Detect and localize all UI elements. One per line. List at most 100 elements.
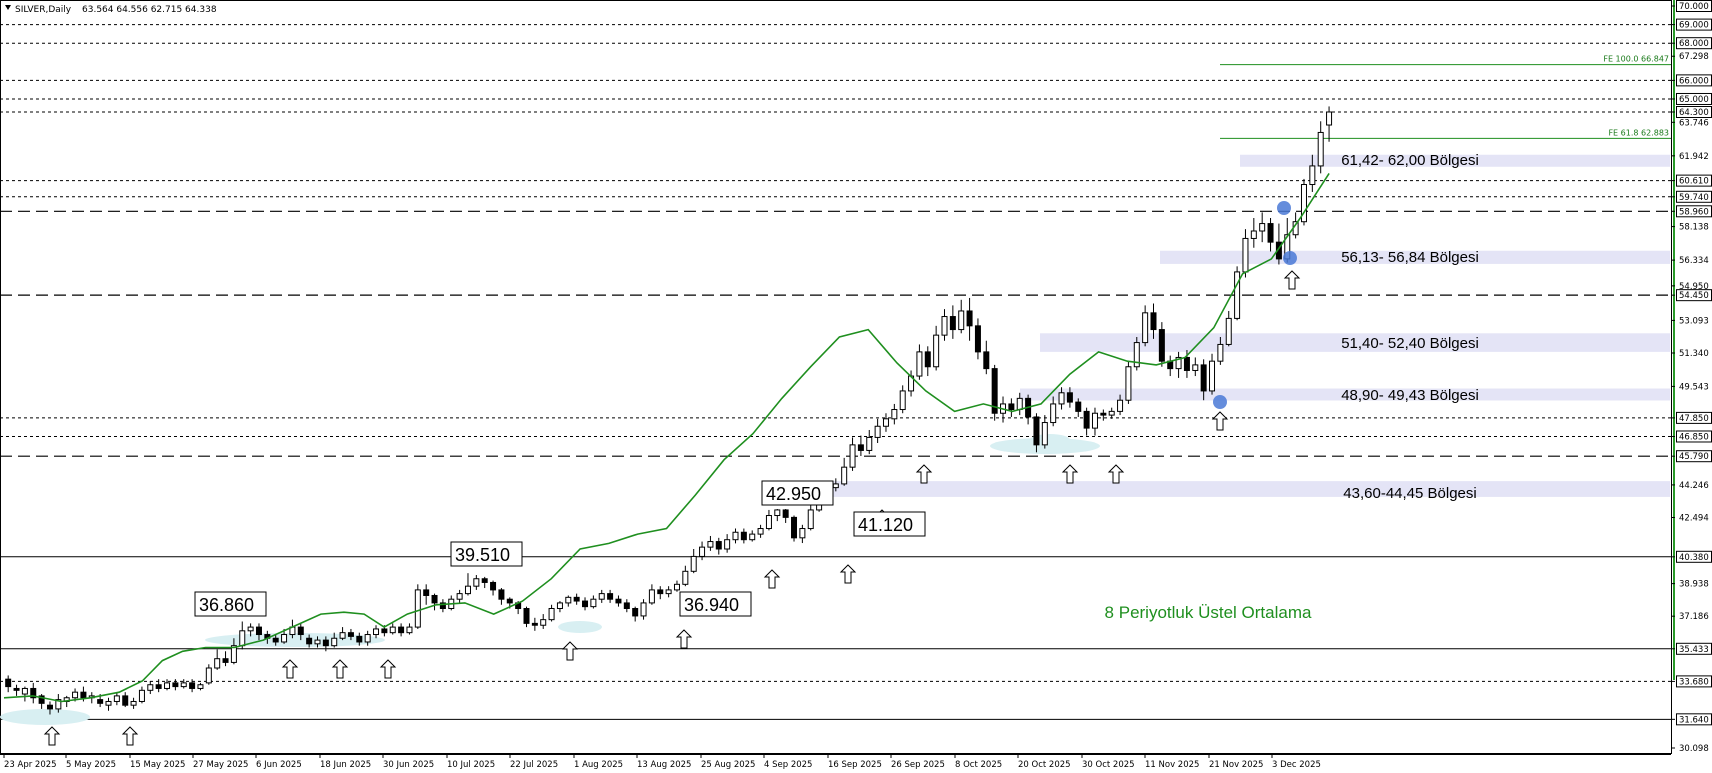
- candle-body: [573, 596, 580, 602]
- x-tick-label-18: 11 Nov 2025: [1145, 760, 1199, 770]
- candle-body: [347, 632, 354, 637]
- candle-body: [941, 316, 948, 336]
- callout-3: 42.950: [761, 480, 834, 506]
- candle-body: [1225, 317, 1232, 345]
- candle-body: [130, 700, 137, 706]
- candle-body: [97, 699, 104, 704]
- candle-body: [724, 539, 731, 550]
- candle-body: [540, 619, 547, 626]
- candle-body: [222, 658, 229, 663]
- support-highlight-0: [0, 709, 90, 725]
- candle-body: [147, 684, 154, 691]
- candle-body: [707, 541, 714, 548]
- candle-body: [1234, 271, 1241, 319]
- ohlc-readout: 63.564 64.556 62.715 64.338: [82, 5, 217, 15]
- candle-body: [1158, 329, 1165, 362]
- candle-body: [105, 700, 112, 706]
- candle-body: [490, 581, 497, 591]
- candle-body: [841, 466, 848, 485]
- callout-0: 36.860: [194, 591, 267, 617]
- candle: [991, 364, 998, 421]
- candle-body: [757, 528, 764, 535]
- x-tick-label-14: 26 Sep 2025: [891, 760, 945, 770]
- x-tick-label-13: 16 Sep 2025: [828, 760, 882, 770]
- candle-body: [398, 626, 405, 634]
- candle-body: [1326, 111, 1333, 126]
- candle-body: [414, 589, 421, 628]
- candle-body: [699, 546, 706, 557]
- zone-label-2: 51,40- 52,40 Bölgesi: [1341, 335, 1479, 352]
- candle-body: [473, 578, 480, 587]
- candle-body: [297, 626, 304, 636]
- y-tick-label-28: 33.680: [1679, 677, 1709, 687]
- candle-body: [431, 594, 438, 604]
- candle-body: [857, 444, 864, 451]
- x-tick-label-3: 27 May 2025: [193, 760, 248, 770]
- candle-body: [506, 598, 513, 604]
- candle-body: [464, 585, 471, 595]
- x-tick-label-11: 25 Aug 2025: [701, 760, 755, 770]
- candle-body: [239, 630, 246, 647]
- y-tick-label-20: 46.850: [1679, 432, 1709, 442]
- candle-body: [607, 593, 614, 600]
- candle-body: [665, 589, 672, 595]
- candle-body: [832, 483, 839, 489]
- y-tick-label-2: 68.000: [1679, 39, 1709, 49]
- candle-body: [389, 626, 396, 634]
- candle-body: [949, 316, 956, 331]
- y-tick-label-8: 61.942: [1679, 152, 1709, 162]
- callout-value: 39.510: [455, 545, 510, 565]
- x-tick-label-19: 21 Nov 2025: [1209, 760, 1263, 770]
- candle-body: [556, 602, 563, 609]
- candle-body: [364, 634, 371, 643]
- candle-body: [1200, 364, 1207, 392]
- candle-body: [765, 515, 772, 530]
- candle-body: [1008, 403, 1015, 411]
- candle-body: [882, 418, 889, 427]
- candle: [1300, 178, 1307, 226]
- callout-value: 36.940: [684, 595, 739, 615]
- candle-body: [1091, 412, 1098, 429]
- price-chart[interactable]: FE 100.0 66.847 FE 61.8 62.883 36.860 39.5…: [0, 0, 1712, 773]
- candle-body: [648, 589, 655, 604]
- x-tick-label-4: 6 Jun 2025: [256, 760, 302, 770]
- candle-body: [874, 425, 881, 438]
- candle-body: [214, 658, 221, 669]
- candle-body: [381, 628, 388, 634]
- y-tick-label-13: 56.334: [1679, 256, 1709, 266]
- candle-body: [172, 682, 179, 688]
- x-tick-label-2: 15 May 2025: [130, 760, 185, 770]
- candle-body: [774, 509, 781, 517]
- candle-body: [164, 682, 171, 689]
- candle-body: [1075, 401, 1082, 412]
- candle-body: [966, 310, 973, 327]
- candle-body: [80, 691, 87, 699]
- candle-body: [155, 684, 162, 689]
- candle-body: [548, 607, 555, 621]
- candle: [414, 584, 421, 629]
- candle-body: [281, 634, 288, 643]
- candle-body: [180, 682, 187, 688]
- x-tick-label-20: 3 Dec 2025: [1272, 760, 1321, 770]
- candle-body: [715, 541, 722, 550]
- candle-body: [1183, 356, 1190, 371]
- candle-body: [272, 637, 279, 643]
- y-tick-label-27: 35.433: [1679, 645, 1709, 655]
- candle-body: [958, 310, 965, 331]
- candle-body: [481, 578, 488, 583]
- x-tick-label-16: 20 Oct 2025: [1018, 760, 1071, 770]
- y-tick-label-22: 44.246: [1679, 481, 1709, 491]
- y-tick-label-12: 58.138: [1679, 223, 1709, 233]
- callout-value: 41.120: [858, 515, 913, 535]
- candle-body: [1108, 410, 1115, 416]
- y-tick-label-10: 59.740: [1679, 193, 1709, 203]
- candle-body: [849, 444, 856, 468]
- x-tick-label-5: 18 Jun 2025: [320, 760, 371, 770]
- candle-body: [1016, 397, 1023, 411]
- chart-header: SILVER,Daily 63.564 64.556 62.715 64.338: [5, 5, 217, 15]
- candle-body: [740, 531, 747, 541]
- candle-body: [1317, 131, 1324, 167]
- candle-body: [1192, 364, 1199, 371]
- candle-body: [205, 667, 212, 684]
- candle-body: [791, 516, 798, 539]
